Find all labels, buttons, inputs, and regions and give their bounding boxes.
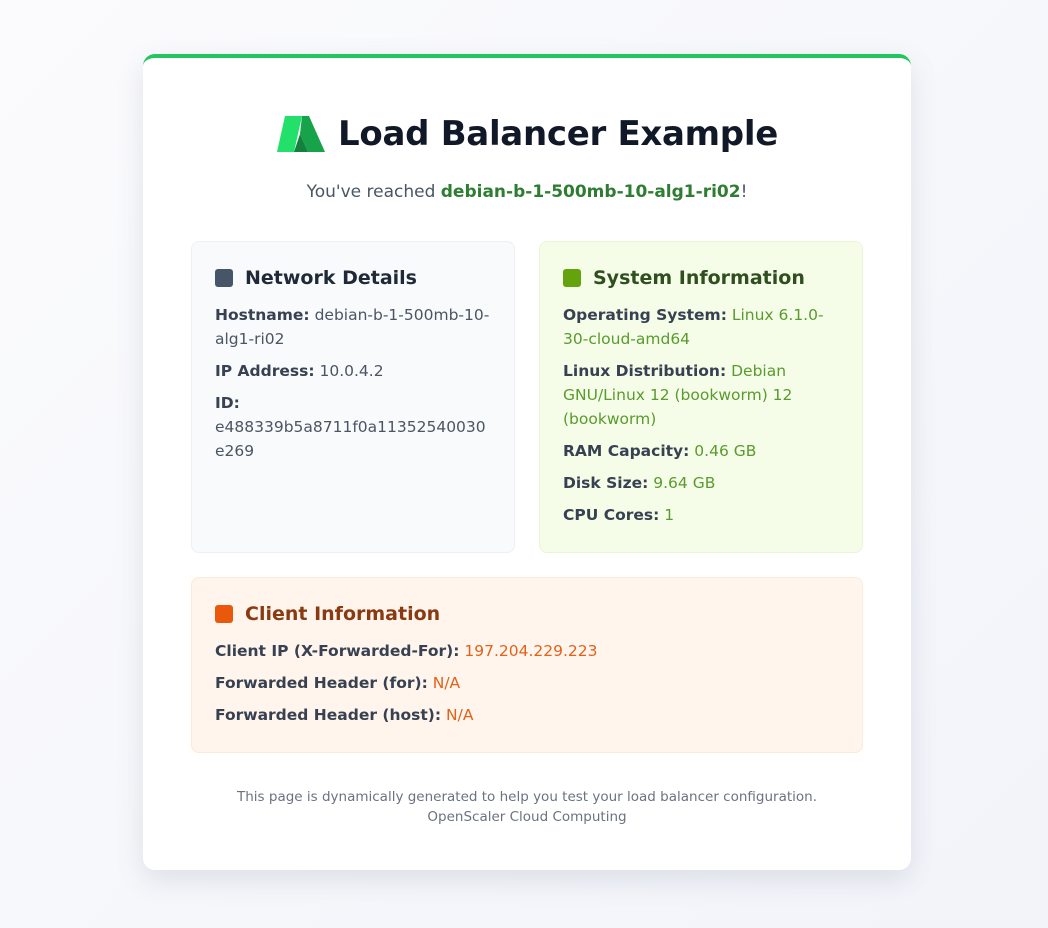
hostname-row: Hostname: debian-b-1-500mb-10-alg1-ri02 [215,303,491,351]
ram-capacity-value: 0.46 GB [694,442,757,460]
ip-address-row: IP Address: 10.0.4.2 [215,359,491,383]
linux-distribution-row: Linux Distribution: Debian GNU/Linux 12 … [563,359,839,431]
reached-message: You've reached debian-b-1-500mb-10-alg1-… [143,182,911,202]
cpu-cores-value: 1 [664,506,675,524]
forwarded-host-value: N/A [446,706,474,724]
reached-prefix: You've reached [306,182,441,202]
network-details-panel: Network Details Hostname: debian-b-1-500… [191,241,515,553]
page-header: Load Balancer Example [143,111,911,157]
system-information-header: System Information [563,267,839,289]
reached-suffix: ! [740,182,748,202]
id-row: ID: e488339b5a8711f0a11352540030e269 [215,391,491,463]
ram-capacity-row: RAM Capacity: 0.46 GB [563,439,839,463]
client-ip-value: 197.204.229.223 [464,642,598,660]
footer-company: OpenScaler Cloud Computing [427,809,627,825]
forwarded-host-row: Forwarded Header (host): N/A [215,703,839,727]
system-information-panel: System Information Operating System: Lin… [539,241,863,553]
cpu-cores-row: CPU Cores: 1 [563,503,839,527]
ram-capacity-label: RAM Capacity: [563,442,690,460]
client-ip-label: Client IP (X-Forwarded-For): [215,642,460,660]
footer: This page is dynamically generated to he… [143,787,911,827]
forwarded-for-row: Forwarded Header (for): N/A [215,671,839,695]
client-information-header: Client Information [215,603,839,625]
operating-system-row: Operating System: Linux 6.1.0-30-cloud-a… [563,303,839,351]
disk-size-row: Disk Size: 9.64 GB [563,471,839,495]
square-icon [215,605,233,623]
id-label: ID: [215,394,240,412]
disk-size-label: Disk Size: [563,474,649,492]
client-information-panel: Client Information Client IP (X-Forwarde… [191,577,863,753]
footer-description: This page is dynamically generated to he… [237,789,817,805]
page-title: Load Balancer Example [338,114,778,154]
client-information-title: Client Information [245,603,441,625]
reached-hostname: debian-b-1-500mb-10-alg1-ri02 [440,182,741,202]
hostname-label: Hostname: [215,306,310,324]
forwarded-for-label: Forwarded Header (for): [215,674,428,692]
cpu-cores-label: CPU Cores: [563,506,660,524]
ip-address-label: IP Address: [215,362,315,380]
linux-distribution-label: Linux Distribution: [563,362,727,380]
client-ip-row: Client IP (X-Forwarded-For): 197.204.229… [215,639,839,663]
network-details-title: Network Details [245,267,417,289]
id-value: e488339b5a8711f0a11352540030e269 [215,418,486,460]
disk-size-value: 9.64 GB [653,474,716,492]
forwarded-for-value: N/A [432,674,461,692]
logo-icon [277,116,326,152]
operating-system-label: Operating System: [563,306,727,324]
network-details-header: Network Details [215,267,491,289]
ip-address-value: 10.0.4.2 [319,362,384,380]
forwarded-host-label: Forwarded Header (host): [215,706,442,724]
system-information-title: System Information [593,267,805,289]
square-icon [215,269,233,287]
square-icon [563,269,581,287]
main-card: Load Balancer Example You've reached deb… [143,54,911,870]
